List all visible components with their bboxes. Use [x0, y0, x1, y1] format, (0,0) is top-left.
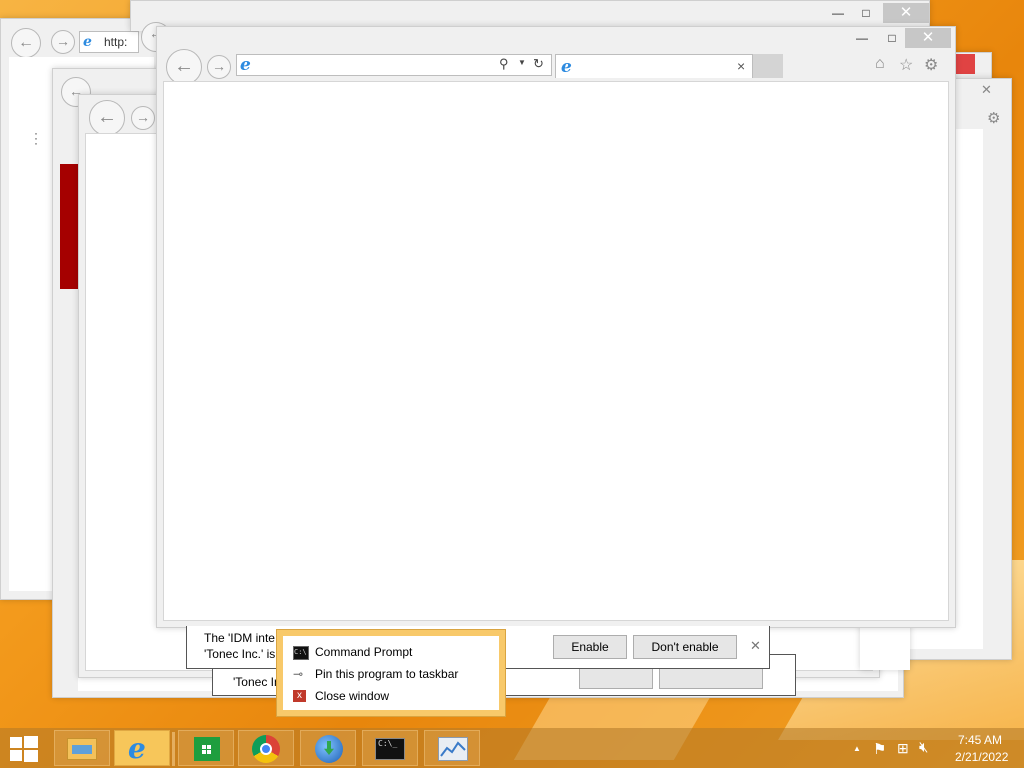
more-menu-icon[interactable]: · · · [34, 127, 38, 149]
taskbar-idm[interactable] [300, 730, 356, 766]
taskbar-chrome[interactable] [238, 730, 294, 766]
ie-tab-icon: e [561, 57, 572, 77]
file-explorer-icon [67, 738, 97, 760]
jump-list-item-command-prompt[interactable]: C:\ Command Prompt [283, 642, 499, 662]
clock-time[interactable]: 7:45 AM [958, 733, 1002, 747]
clock-date[interactable]: 2/21/2022 [955, 750, 1008, 764]
jump-list-item-pin[interactable]: ⊸ Pin this program to taskbar [283, 664, 499, 684]
forward-button[interactable]: → [51, 30, 75, 54]
windows-start-icon[interactable] [10, 736, 38, 762]
back-button[interactable]: ← [11, 28, 41, 58]
taskbar-file-explorer[interactable] [54, 730, 110, 766]
close-window-icon: x [293, 690, 306, 702]
dont-enable-button[interactable]: Don't enable [633, 635, 737, 659]
jump-list-item-close-window[interactable]: x Close window [283, 686, 499, 706]
tab-active[interactable]: e × [555, 54, 753, 78]
jump-list-body: C:\ Command Prompt ⊸ Pin this program to… [283, 636, 499, 710]
maximize-button[interactable]: □ [851, 4, 881, 22]
action-center-flag-icon[interactable]: ⚑ [873, 740, 886, 758]
new-tab-button[interactable] [753, 54, 783, 78]
notification-text-line1: The 'IDM inte [204, 631, 275, 645]
address-input[interactable] [261, 57, 495, 75]
back-button[interactable]: ← [89, 100, 125, 136]
notification-text: 'Tonec In [233, 675, 281, 689]
network-icon[interactable]: ⊞ [897, 740, 909, 757]
taskbar-internet-explorer[interactable]: e [114, 730, 170, 766]
notification-text-line2: 'Tonec Inc.' is [204, 647, 276, 661]
red-banner [60, 164, 78, 289]
settings-icon[interactable]: ⚙ [924, 55, 938, 75]
refresh-icon[interactable]: ↻ [533, 56, 544, 72]
close-button[interactable]: ✕ [883, 3, 929, 23]
address-bar[interactable]: e ⚲ ▼ ↻ [236, 54, 552, 76]
page-content [163, 81, 949, 621]
taskbar-resource-monitor[interactable] [424, 730, 480, 766]
taskbar-store[interactable] [178, 730, 234, 766]
taskbar-separator [172, 732, 175, 766]
notification-close-icon[interactable]: ✕ [750, 638, 761, 654]
close-button[interactable]: ✕ [981, 82, 992, 98]
internet-explorer-icon: e [128, 732, 146, 765]
show-hidden-icons-chevron[interactable]: ▲ [853, 744, 861, 753]
idm-icon [315, 735, 343, 763]
ie-page-icon: e [83, 34, 92, 50]
ie-window-main[interactable]: — □ ✕ ← → e ⚲ ▼ ↻ e × ⌂ ☆ ⚙ [156, 26, 956, 628]
maximize-button[interactable]: □ [877, 29, 907, 47]
search-dropdown-icon[interactable]: ▼ [518, 58, 526, 67]
back-button[interactable]: ← [166, 49, 202, 85]
volume-muted-icon[interactable]: 🔇︎ [919, 739, 928, 756]
pin-icon: ⊸ [293, 667, 304, 681]
store-icon [194, 737, 220, 761]
forward-button[interactable]: → [131, 106, 155, 130]
ie-page-icon: e [240, 55, 251, 75]
close-button[interactable]: ✕ [905, 28, 951, 48]
address-text: http: [104, 35, 128, 49]
minimize-button[interactable]: — [847, 29, 877, 47]
forward-button[interactable]: → [207, 55, 231, 79]
settings-icon[interactable]: ⚙ [987, 109, 1000, 127]
chrome-icon [252, 735, 280, 763]
minimize-button[interactable]: — [823, 4, 853, 22]
enable-button[interactable]: Enable [553, 635, 627, 659]
favorites-star-icon[interactable]: ☆ [899, 55, 913, 75]
taskbar-command-prompt[interactable]: C:\_ [362, 730, 418, 766]
home-icon[interactable]: ⌂ [875, 55, 885, 73]
search-icon[interactable]: ⚲ [499, 56, 509, 72]
cmd-icon: C:\_ [375, 738, 405, 760]
resource-monitor-icon [438, 737, 468, 761]
address-bar[interactable]: e http: [79, 31, 139, 53]
cmd-icon: C:\ [293, 646, 309, 660]
taskbar-jump-list: C:\ Command Prompt ⊸ Pin this program to… [276, 629, 506, 717]
tab-close-icon[interactable]: × [737, 58, 745, 74]
